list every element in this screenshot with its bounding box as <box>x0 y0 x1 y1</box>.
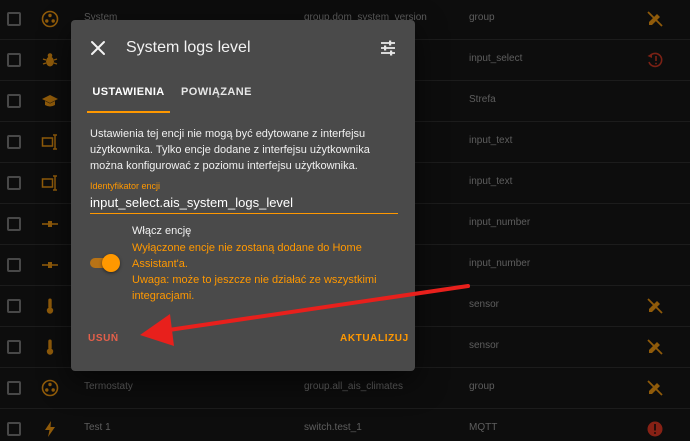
close-button[interactable] <box>85 35 111 61</box>
entity-id-input[interactable] <box>90 192 398 214</box>
delete-button[interactable]: USUŃ <box>88 333 119 344</box>
close-icon <box>91 41 105 55</box>
warning-line-integrations: Uwaga: może to jeszcze nie działać ze ws… <box>132 274 377 302</box>
tab-settings[interactable]: USTAWIENIA <box>87 79 170 113</box>
toggle-knob <box>102 254 120 272</box>
warning-line-disabled: Wyłączone encje nie zostaną dodane do Ho… <box>132 242 362 270</box>
entity-id-label: Identyfikator encji <box>90 181 161 191</box>
enable-entity-toggle[interactable] <box>90 254 120 272</box>
tab-related[interactable]: POWIĄZANE <box>181 79 252 113</box>
enable-entity-label: Włącz encję <box>132 225 192 237</box>
dialog-title: System logs level <box>126 39 251 56</box>
tune-icon <box>381 40 395 56</box>
advanced-settings-button[interactable] <box>376 36 400 60</box>
enable-entity-warning: Wyłączone encje nie zostaną dodane do Ho… <box>132 240 392 304</box>
entity-settings-dialog: System logs level USTAWIENIA POWIĄZANE U… <box>71 20 415 371</box>
readonly-info-text: Ustawienia tej encji nie mogą być edytow… <box>90 128 370 172</box>
update-button[interactable]: AKTUALIZUJ <box>340 333 409 344</box>
